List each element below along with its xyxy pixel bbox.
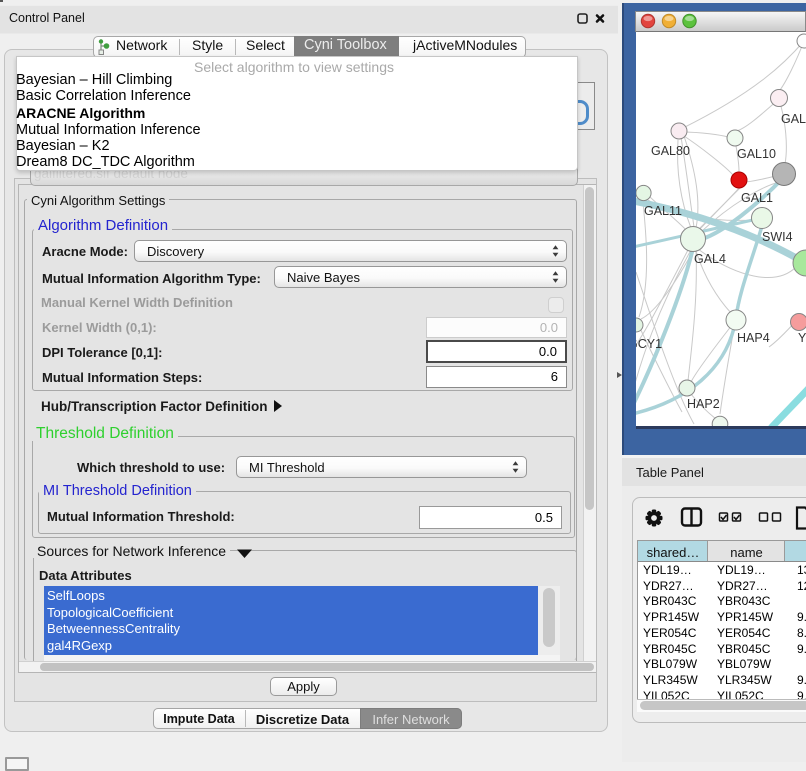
svg-text:GAL1: GAL1 [741, 191, 773, 205]
svg-text:SWI4: SWI4 [762, 230, 793, 244]
svg-text:GAL11: GAL11 [644, 204, 682, 218]
svg-text:GAL4: GAL4 [694, 252, 726, 266]
svg-text:GAL10: GAL10 [737, 147, 776, 161]
svg-text:GCY1: GCY1 [636, 337, 662, 351]
svg-text:GAL80: GAL80 [651, 144, 690, 158]
svg-text:GAL2: GAL2 [781, 112, 806, 126]
svg-text:Y: Y [798, 331, 806, 345]
svg-text:HAP4: HAP4 [737, 331, 770, 345]
svg-text:HAP2: HAP2 [687, 397, 720, 411]
